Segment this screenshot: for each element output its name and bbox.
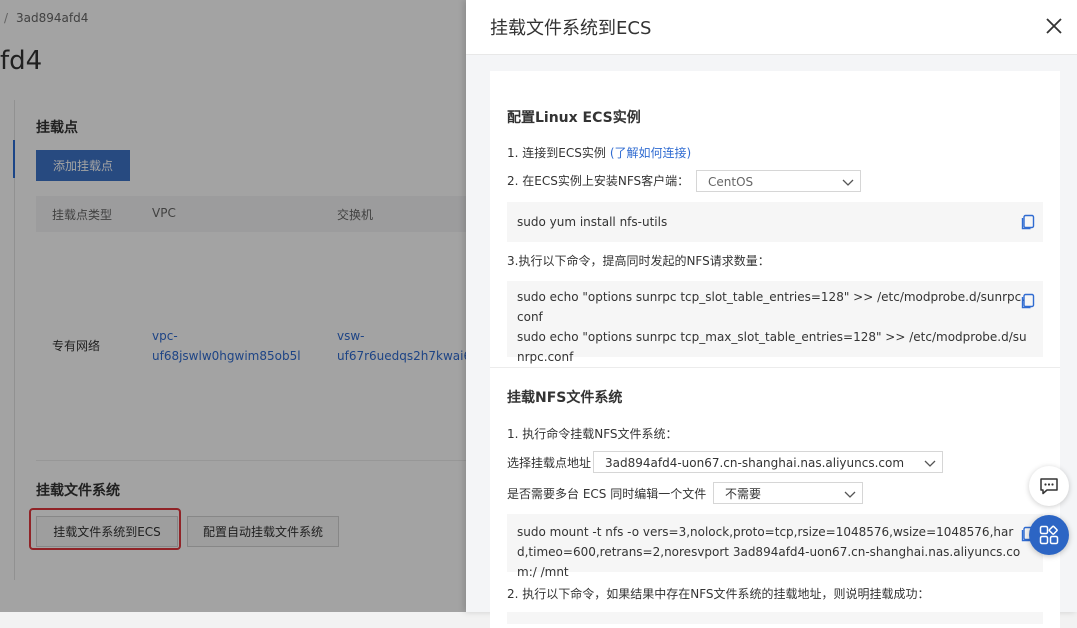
step-mount-label: 1. 执行命令挂载NFS文件系统： bbox=[507, 427, 678, 441]
mount-address-label: 选择挂载点地址： bbox=[507, 456, 604, 470]
nfs-mount-card: 挂载NFS文件系统 1. 执行命令挂载NFS文件系统： 选择挂载点地址： 3ad… bbox=[490, 367, 1060, 628]
install-command: sudo yum install nfs-utils bbox=[517, 215, 668, 229]
step-verify-label: 2. 执行以下命令，如果结果中存在NFS文件系统的挂载地址，则说明挂载成功： bbox=[507, 587, 930, 601]
mount-address-select[interactable]: 3ad894afd4-uon67.cn-shanghai.nas.aliyunc… bbox=[593, 451, 943, 473]
chevron-down-icon bbox=[844, 491, 856, 498]
chat-icon bbox=[1040, 478, 1058, 495]
verify-command-block bbox=[507, 612, 1043, 624]
copy-icon[interactable] bbox=[1021, 293, 1035, 309]
step-connect: 1. 连接到ECS实例 (了解如何连接) bbox=[507, 144, 691, 161]
learn-connect-link[interactable]: (了解如何连接) bbox=[610, 146, 691, 160]
copy-icon[interactable] bbox=[1021, 214, 1035, 230]
multi-edit-label: 是否需要多台 ECS 同时编辑一个文件 bbox=[507, 487, 707, 501]
apps-button[interactable] bbox=[1029, 515, 1069, 555]
drawer-title: 挂载文件系统到ECS bbox=[490, 18, 652, 39]
nfs-mount-title: 挂载NFS文件系统 bbox=[507, 390, 623, 406]
chevron-down-icon bbox=[924, 460, 936, 467]
os-select-value: CentOS bbox=[708, 175, 754, 189]
multi-edit-select[interactable]: 不需要 bbox=[713, 482, 863, 504]
step-tune-label: 3.执行以下命令，提高同时发起的NFS请求数量： bbox=[507, 254, 770, 268]
tune-command-block: sudo echo "options sunrpc tcp_slot_table… bbox=[507, 281, 1043, 364]
install-command-block: sudo yum install nfs-utils bbox=[507, 202, 1043, 242]
mount-command: sudo mount -t nfs -o vers=3,nolock,proto… bbox=[517, 525, 1021, 579]
step-install-label: 2. 在ECS实例上安装NFS客户端： bbox=[507, 174, 690, 188]
drawer-header: 挂载文件系统到ECS bbox=[466, 0, 1077, 55]
multi-edit-value: 不需要 bbox=[725, 487, 762, 501]
drawer-body: 配置Linux ECS实例 1. 连接到ECS实例 (了解如何连接) 2. 在EC… bbox=[466, 55, 1077, 628]
mount-address-value: 3ad894afd4-uon67.cn-shanghai.nas.aliyunc… bbox=[605, 456, 905, 470]
close-icon[interactable] bbox=[1042, 14, 1066, 38]
chat-button[interactable] bbox=[1029, 466, 1069, 506]
chevron-down-icon bbox=[842, 179, 854, 186]
modal-overlay[interactable] bbox=[0, 0, 466, 612]
mount-drawer: 挂载文件系统到ECS 配置Linux ECS实例 1. 连接到ECS实例 (了解如… bbox=[466, 0, 1077, 628]
linux-config-card: 配置Linux ECS实例 1. 连接到ECS实例 (了解如何连接) 2. 在EC… bbox=[490, 71, 1060, 367]
os-select[interactable]: CentOS bbox=[696, 170, 861, 192]
tune-command: sudo echo "options sunrpc tcp_slot_table… bbox=[517, 290, 1027, 364]
apps-icon bbox=[1039, 525, 1059, 545]
linux-config-title: 配置Linux ECS实例 bbox=[507, 110, 641, 126]
mount-command-block: sudo mount -t nfs -o vers=3,nolock,proto… bbox=[507, 514, 1043, 579]
step-connect-text: 1. 连接到ECS实例 bbox=[507, 146, 606, 160]
